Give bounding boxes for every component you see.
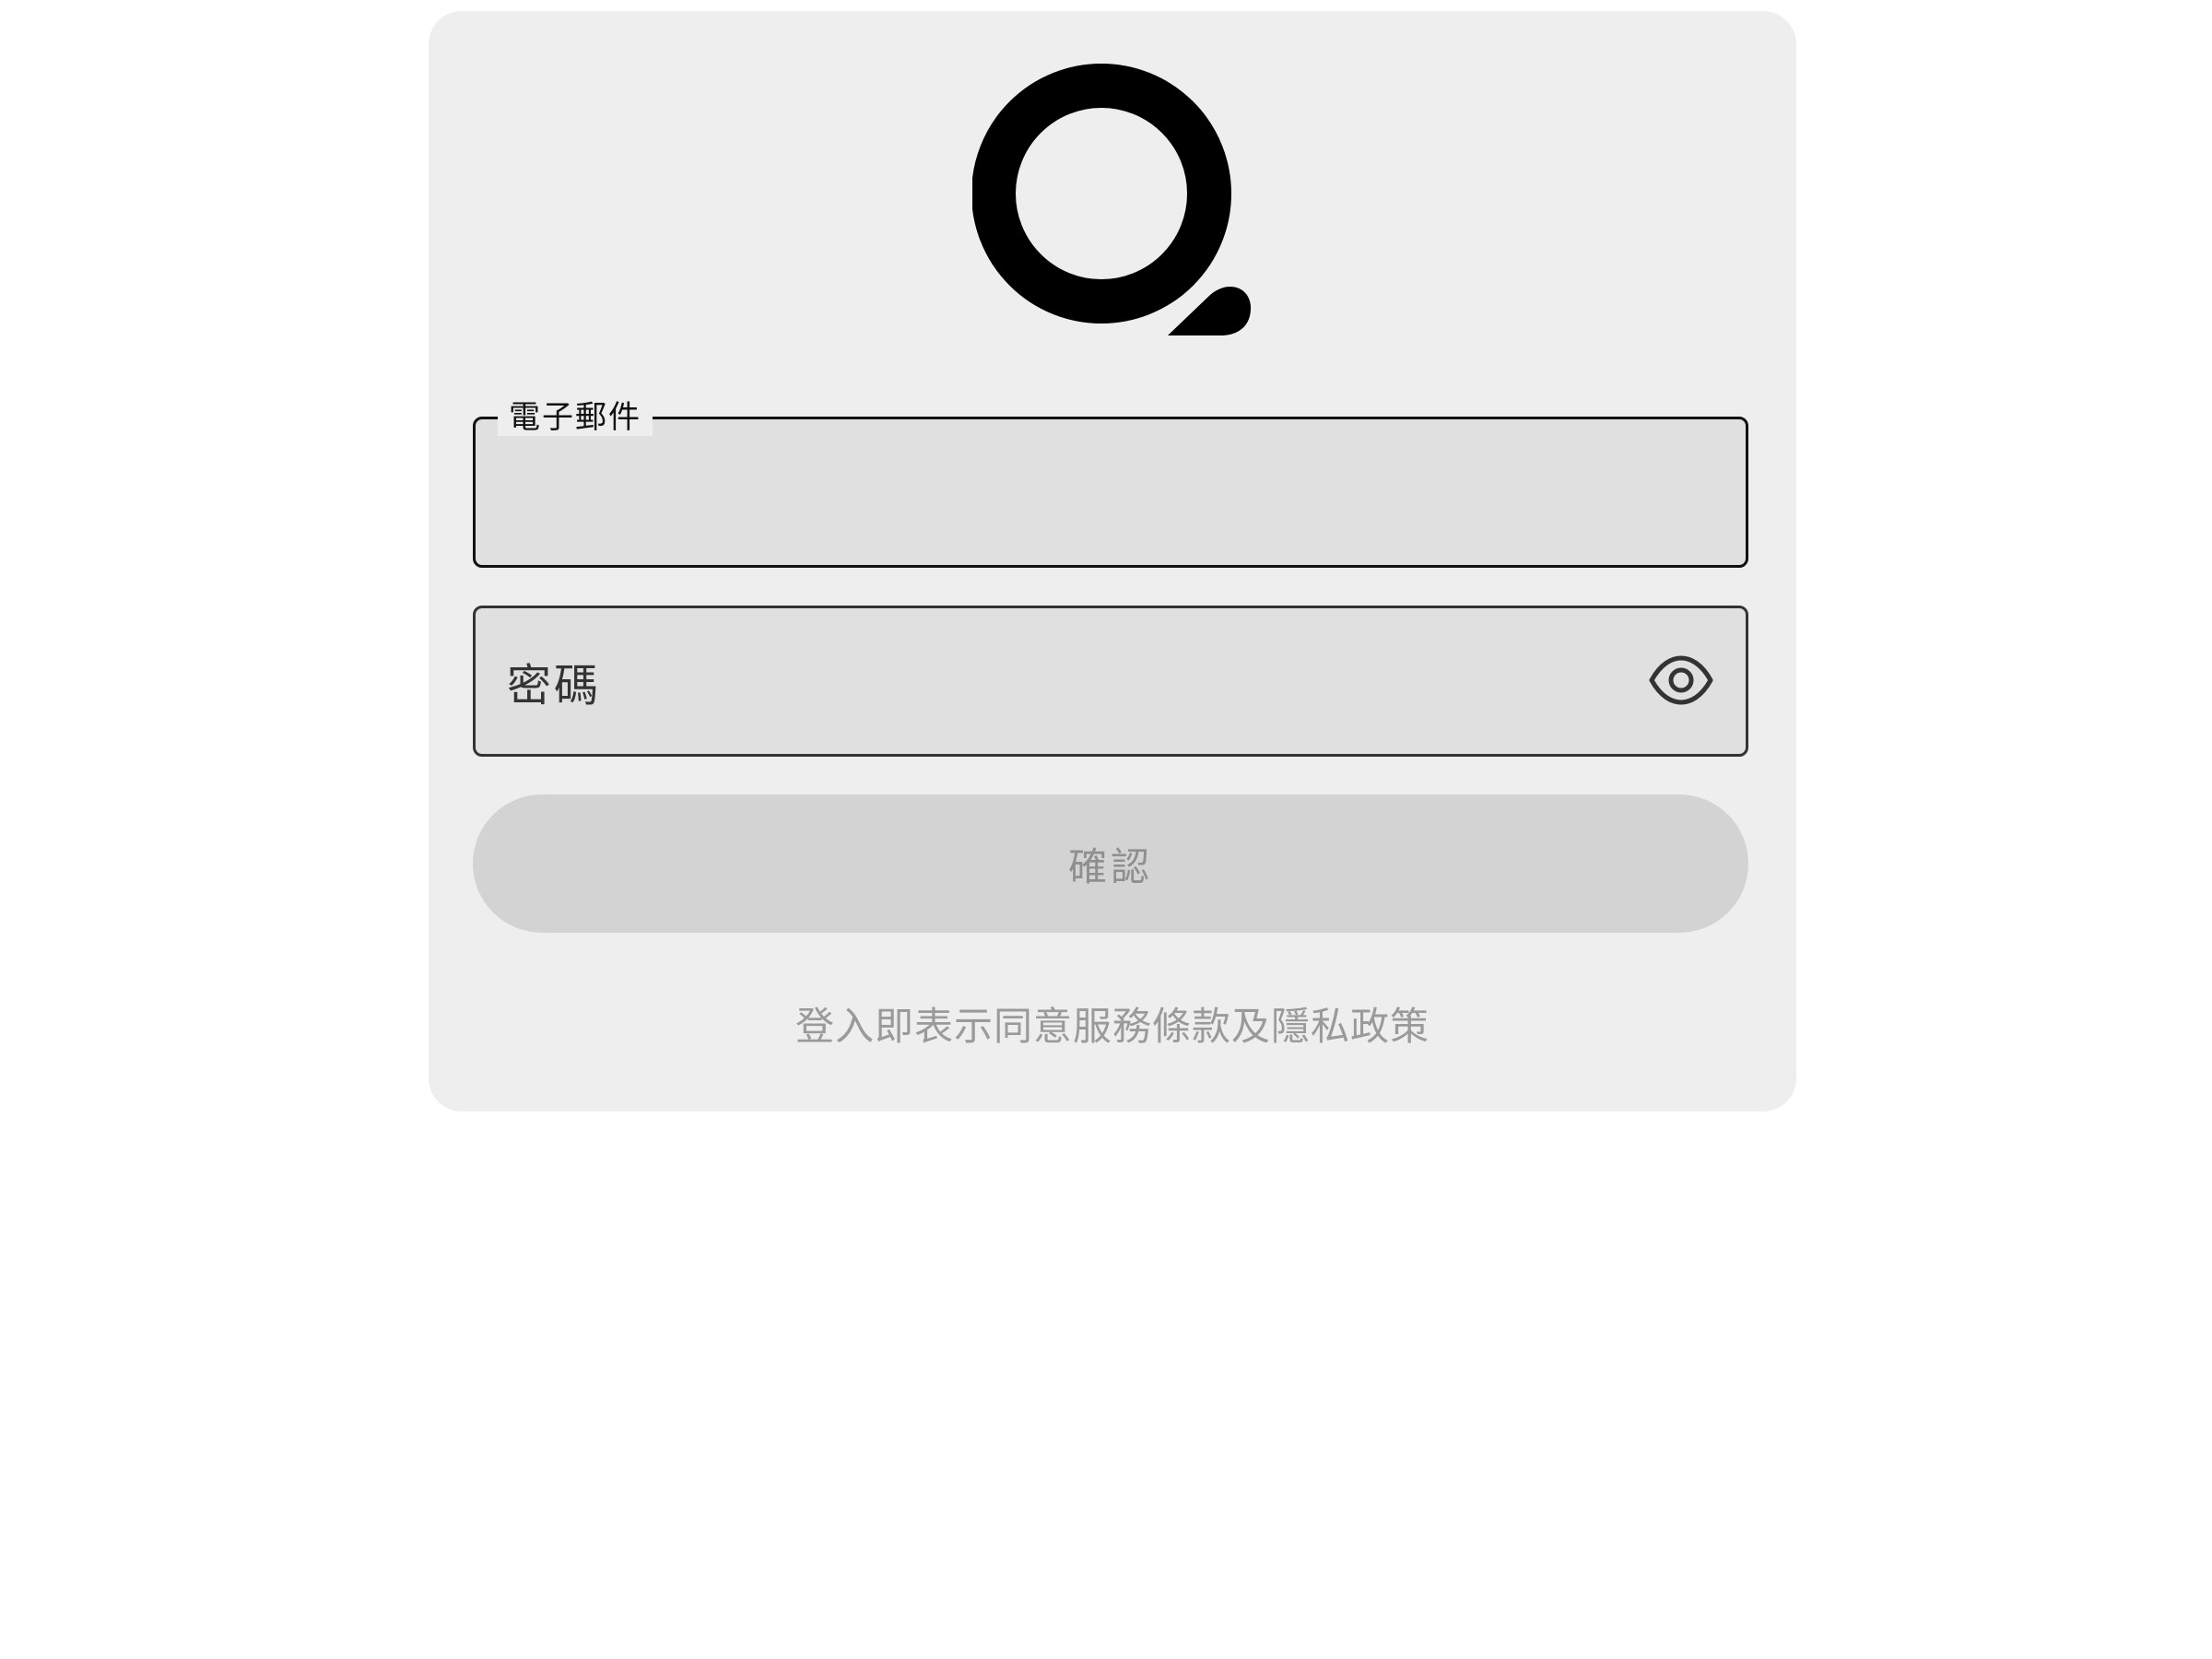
login-card: 電子郵件 密碼 確認 登入即表示同意服務條款及隱私政策 <box>429 11 1796 1112</box>
password-field[interactable]: 密碼 <box>473 606 1748 757</box>
password-field-label: 密碼 <box>507 660 602 712</box>
terms-notice: 登入即表示同意服務條款及隱私政策 <box>794 1004 1430 1049</box>
eye-icon <box>1649 655 1713 705</box>
q-logo-icon <box>972 64 1252 335</box>
email-field[interactable]: 電子郵件 <box>473 399 1748 568</box>
show-password-toggle[interactable] <box>1648 653 1714 708</box>
email-field-label: 電子郵件 <box>498 399 653 436</box>
confirm-button[interactable]: 確認 <box>473 794 1748 933</box>
